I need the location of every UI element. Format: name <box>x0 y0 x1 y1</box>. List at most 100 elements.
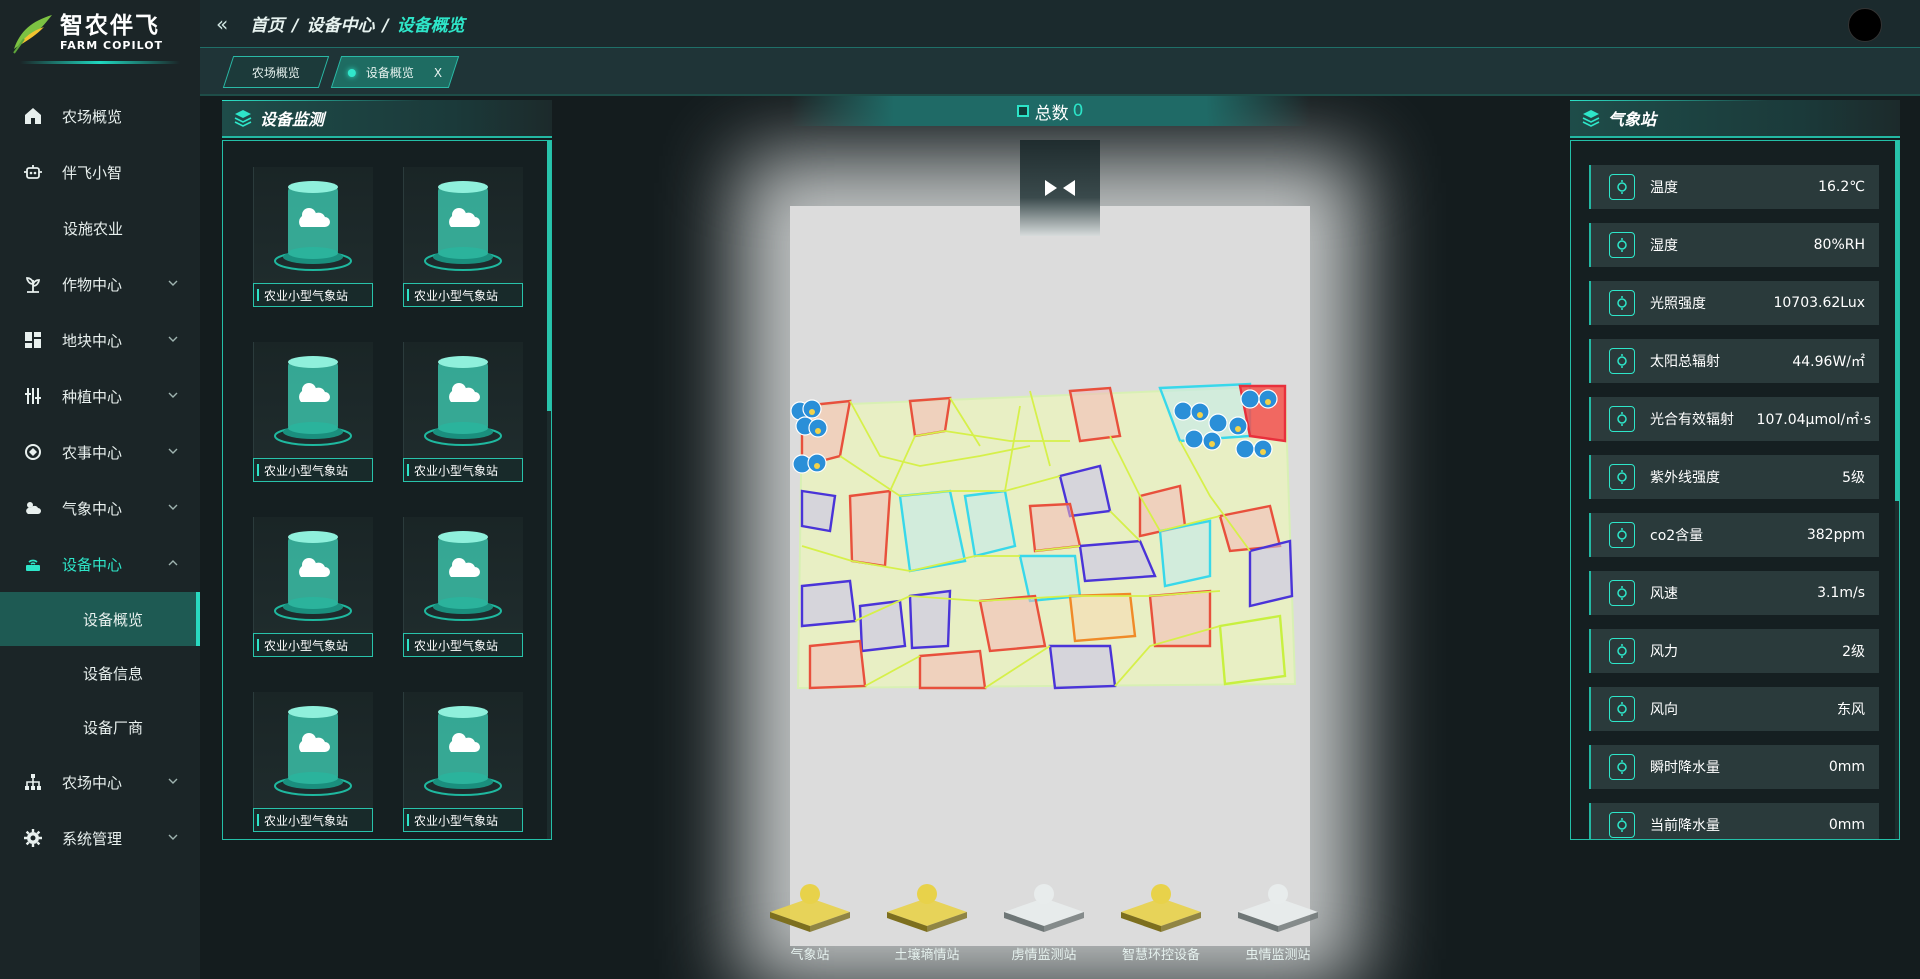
metric-value: 80%RH <box>1813 237 1865 253</box>
device-type-pest-monitor[interactable]: 虏情监测站 <box>994 866 1094 979</box>
panel-title-text: 气象站 <box>1608 110 1657 129</box>
device-type-label: 虏情监测站 <box>1011 948 1077 963</box>
sidebar-item-system-settings[interactable]: 系统管理 <box>0 810 200 866</box>
sidebar-item-label: 地块中心 <box>62 331 123 350</box>
layers-icon <box>234 110 252 127</box>
gear-icon <box>22 827 44 849</box>
sidebar-item-facility-agri[interactable]: 设施农业 <box>0 200 200 256</box>
chevron-down-icon <box>168 504 178 510</box>
sidebar-item-crop-center[interactable]: 作物中心 <box>0 256 200 312</box>
device-type-soil-station[interactable]: 土壤墒情站 <box>877 866 977 979</box>
metric-name: 温度 <box>1650 180 1678 196</box>
device-card[interactable]: 农业小型气象站 <box>403 692 523 832</box>
metric-value: 东风 <box>1837 702 1865 718</box>
device-card[interactable]: 农业小型气象站 <box>253 167 373 307</box>
tab-close-button[interactable]: X <box>434 65 442 79</box>
breadcrumb-separator: / <box>292 16 299 36</box>
device-card[interactable]: 农业小型气象站 <box>403 167 523 307</box>
metric-name: 风向 <box>1650 702 1678 718</box>
sun-icon <box>1609 290 1635 316</box>
chevron-down-icon <box>168 280 178 286</box>
sidebar-item-label: 设施农业 <box>63 219 124 238</box>
weather-metric-row: 瞬时降水量 0mm <box>1589 745 1879 789</box>
metric-value: 382ppm <box>1806 527 1865 543</box>
tab-device-overview[interactable]: 设备概览 X <box>330 56 460 88</box>
toggle-collapse-button[interactable] <box>1020 140 1100 236</box>
avatar[interactable] <box>1848 8 1882 42</box>
device-card[interactable]: 农业小型气象站 <box>403 517 523 657</box>
metric-name: 湿度 <box>1650 238 1678 254</box>
breadcrumb: 首页 / 设备中心 / 设备概览 <box>250 11 464 36</box>
insect-monitor-icon <box>1238 884 1318 932</box>
photosynthesis-icon <box>1609 406 1635 432</box>
weather-station-device-icon <box>274 356 352 446</box>
breadcrumb-home[interactable]: 首页 <box>250 16 284 36</box>
planting-icon <box>22 385 44 407</box>
breadcrumb-device-center[interactable]: 设备中心 <box>306 16 374 36</box>
sidebar-subitem-device-overview[interactable]: 设备概览 <box>0 592 200 646</box>
scrollbar-thumb[interactable] <box>547 141 551 411</box>
scrollbar-thumb[interactable] <box>1895 141 1899 501</box>
wind-force-icon <box>1609 638 1635 664</box>
metric-name: 风力 <box>1650 644 1678 660</box>
collapse-sidebar-icon[interactable]: « <box>216 12 228 36</box>
sidebar-subitem-device-info[interactable]: 设备信息 <box>0 646 200 700</box>
logo: 智农伴飞 FARM COPILOT <box>0 0 200 64</box>
weather-metric-row: 风力 2级 <box>1589 629 1879 673</box>
weather-metric-row: 光照强度 10703.62Lux <box>1589 281 1879 325</box>
leaf-logo-icon <box>13 15 52 54</box>
radiation-icon <box>1609 348 1635 374</box>
collapse-arrows-icon <box>1045 180 1075 196</box>
metric-value: 10703.62Lux <box>1773 295 1865 311</box>
sidebar-item-device-center[interactable]: 设备中心 <box>0 536 200 592</box>
sidebar-item-farm-overview[interactable]: 农场概览 <box>0 88 200 144</box>
wind-speed-icon <box>1609 580 1635 606</box>
app-name-cn: 智农伴飞 <box>60 12 160 39</box>
chevron-up-icon <box>168 560 178 566</box>
metric-name: 太阳总辐射 <box>1650 354 1720 370</box>
device-card[interactable]: 农业小型气象站 <box>403 342 523 482</box>
soil-station-icon <box>887 884 967 932</box>
farm-org-icon <box>22 771 44 793</box>
sidebar-item-farming-center[interactable]: 农事中心 <box>0 424 200 480</box>
metric-value: 3.1m/s <box>1817 585 1865 601</box>
field-map[interactable] <box>780 346 1340 716</box>
sidebar-item-label: 农场中心 <box>62 773 123 792</box>
weather-station-device-icon <box>274 181 352 271</box>
weather-metric-row: 光合有效辐射 107.04μmol/㎡·s <box>1589 397 1879 441</box>
device-type-insect-monitor[interactable]: 虫情监测站 <box>1228 866 1328 979</box>
tab-farm-overview[interactable]: 农场概览 <box>222 56 330 88</box>
metric-value: 5级 <box>1842 470 1865 486</box>
device-card[interactable]: 农业小型气象站 <box>253 517 373 657</box>
sidebar-item-label: 系统管理 <box>62 829 123 848</box>
device-label: 农业小型气象站 <box>253 283 373 307</box>
metric-name: 当前降水量 <box>1650 818 1720 834</box>
sidebar-subitem-device-vendor[interactable]: 设备厂商 <box>0 700 200 754</box>
weather-station-icon <box>770 884 850 932</box>
scrollbar-track[interactable] <box>1895 141 1899 839</box>
sidebar-item-copilot[interactable]: 伴飞小智 <box>0 144 200 200</box>
device-card[interactable]: 农业小型气象站 <box>253 342 373 482</box>
device-type-env-control[interactable]: 智慧环控设备 <box>1111 866 1211 979</box>
device-label: 农业小型气象站 <box>253 458 373 482</box>
metric-name: 光照强度 <box>1650 296 1706 312</box>
sidebar-item-farm-center[interactable]: 农场中心 <box>0 754 200 810</box>
scrollbar-track[interactable] <box>547 141 551 839</box>
device-card[interactable]: 农业小型气象站 <box>253 692 373 832</box>
tab-label: 设备概览 <box>365 65 414 80</box>
sidebar-item-planting-center[interactable]: 种植中心 <box>0 368 200 424</box>
sidebar-item-weather-center[interactable]: 气象中心 <box>0 480 200 536</box>
sidebar-item-plot-center[interactable]: 地块中心 <box>0 312 200 368</box>
app-root: 智农伴飞 FARM COPILOT 农场概览 伴飞小智 设施农业 作物中心 地块… <box>0 0 1920 979</box>
device-type-weather-station[interactable]: 气象站 <box>760 866 860 979</box>
device-label: 农业小型气象站 <box>253 808 373 832</box>
farming-icon <box>22 441 44 463</box>
chevron-down-icon <box>168 834 178 840</box>
device-type-label: 土壤墒情站 <box>894 948 960 963</box>
weather-metric-row: 太阳总辐射 44.96W/㎡ <box>1589 339 1879 383</box>
uv-icon <box>1609 464 1635 490</box>
metric-value: 0mm <box>1828 817 1865 833</box>
breadcrumb-current: 设备概览 <box>396 16 465 36</box>
sidebar-item-label: 设备中心 <box>62 555 123 574</box>
sidebar-item-label: 气象中心 <box>62 499 123 518</box>
